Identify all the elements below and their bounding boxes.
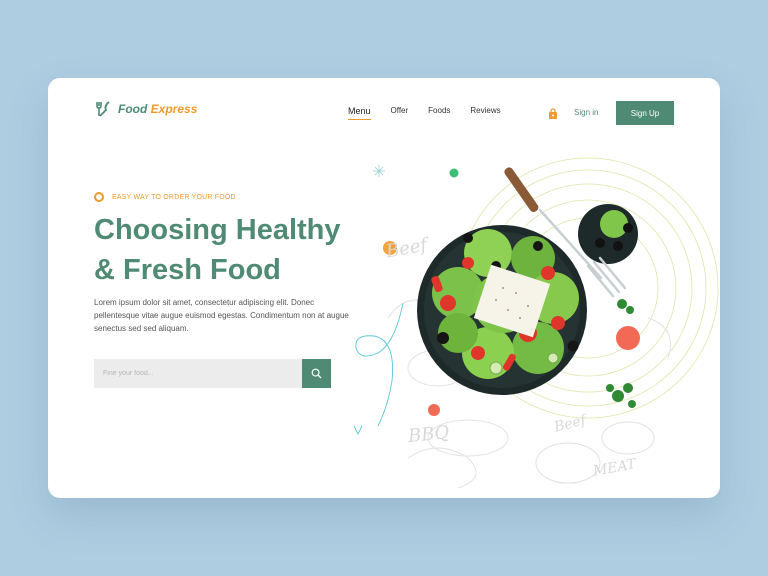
search-button[interactable] bbox=[302, 359, 331, 388]
headline-line-2: & Fresh Food bbox=[94, 254, 281, 286]
tagline-circle-icon bbox=[94, 192, 104, 202]
hero-headline: Choosing Healthy & Fresh Food bbox=[94, 210, 394, 290]
brand-name-primary: Food bbox=[118, 102, 148, 116]
sketch-word: Beef bbox=[552, 412, 588, 436]
food-search bbox=[94, 359, 331, 388]
headline-line-1: Choosing Healthy bbox=[94, 214, 341, 246]
tagline-text: EASY WAY TO ORDER YOUR FOOD bbox=[112, 193, 236, 201]
search-icon bbox=[311, 368, 322, 379]
landing-card: Beef BBQ Beef MEAT Food Express Menu Off… bbox=[48, 78, 720, 498]
signup-button[interactable]: Sign Up bbox=[616, 101, 674, 125]
brand-logo[interactable]: Food Express bbox=[94, 100, 197, 118]
fork-knife-icon bbox=[96, 101, 110, 117]
hero-tagline: EASY WAY TO ORDER YOUR FOOD bbox=[94, 192, 236, 202]
search-input[interactable] bbox=[94, 359, 302, 388]
nav-item-menu[interactable]: Menu bbox=[348, 106, 371, 120]
signin-link[interactable]: Sign in bbox=[574, 108, 598, 117]
brand-name-accent: Express bbox=[150, 102, 198, 116]
main-nav: Menu Offer Foods Reviews bbox=[348, 106, 521, 120]
nav-item-offer[interactable]: Offer bbox=[391, 106, 409, 120]
nav-item-reviews[interactable]: Reviews bbox=[470, 106, 500, 120]
nav-item-foods[interactable]: Foods bbox=[428, 106, 450, 120]
sketch-word: BBQ bbox=[407, 421, 451, 448]
hero-description: Lorem ipsum dolor sit amet, consectetur … bbox=[94, 298, 349, 333]
sketch-word: MEAT bbox=[591, 456, 638, 480]
shopping-bag-icon[interactable] bbox=[547, 108, 559, 120]
